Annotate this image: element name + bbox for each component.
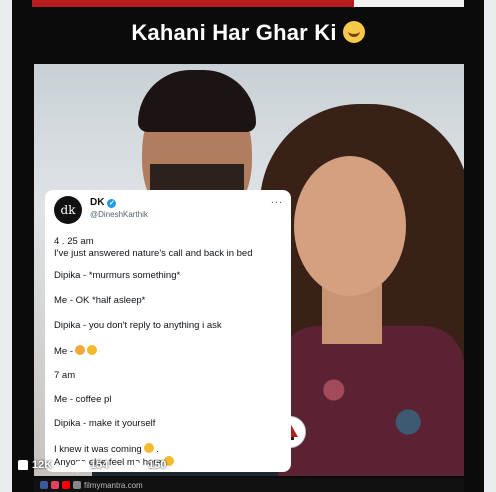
tweet-author-name: DK ✓ (90, 197, 117, 208)
tweet-line: Me - OK *half asleep* (54, 295, 146, 306)
more-options-icon[interactable]: ... (271, 194, 283, 206)
thumbs-up-icon (18, 460, 28, 470)
reaction-bar: 12K 154 150 (12, 455, 484, 477)
post-card: Kahani Har Ghar Ki dk DK ✓ @DineshKarthik… (12, 0, 484, 492)
like-button[interactable]: 12K (18, 459, 52, 471)
laughing-emoji-icon (342, 21, 365, 43)
tweet-line: Dipika - make it yourself (54, 418, 156, 429)
tweet-line: 4 . 25 am (54, 236, 94, 247)
headline-text: Kahani Har Ghar Ki (131, 20, 337, 45)
footer-site: filmymantra.com (84, 480, 143, 490)
emoji-icon (75, 345, 85, 355)
comment-button[interactable]: 154 (76, 459, 109, 473)
share-count: 150 (148, 459, 167, 471)
emoji-icon (87, 345, 97, 355)
verified-badge-icon: ✓ (107, 199, 117, 208)
instagram-icon (51, 481, 59, 489)
comment-icon (76, 460, 86, 473)
tweet-line: Dipika - *murmurs something* (54, 270, 181, 281)
tweet-line: Me - (54, 345, 97, 357)
tweet-card: dk DK ✓ @DineshKarthik ... 4 . 25 am I've… (45, 190, 291, 472)
tweet-handle: @DineshKarthik (90, 210, 148, 219)
laughing-emoji-icon (143, 443, 154, 453)
avatar: dk (54, 196, 82, 224)
top-banner-strip (32, 0, 464, 7)
tweet-line: I've just answered nature's call and bac… (54, 248, 253, 259)
like-count: 12K (32, 459, 53, 471)
tweet-line: Dipika - you don't reply to anything i a… (54, 320, 222, 331)
facebook-icon (40, 481, 48, 489)
twitter-icon (73, 481, 81, 489)
share-button[interactable]: 150 (134, 459, 166, 471)
tweet-line: I knew it was coming . (54, 443, 159, 455)
youtube-icon (62, 481, 70, 489)
post-headline: Kahani Har Ghar Ki (12, 20, 484, 46)
tweet-line: 7 am (54, 370, 76, 381)
footer-strip: filmymantra.com (34, 478, 464, 492)
tweet-line: Me - coffee pl (54, 394, 112, 405)
comment-count: 154 (90, 459, 109, 471)
share-icon (134, 460, 144, 470)
